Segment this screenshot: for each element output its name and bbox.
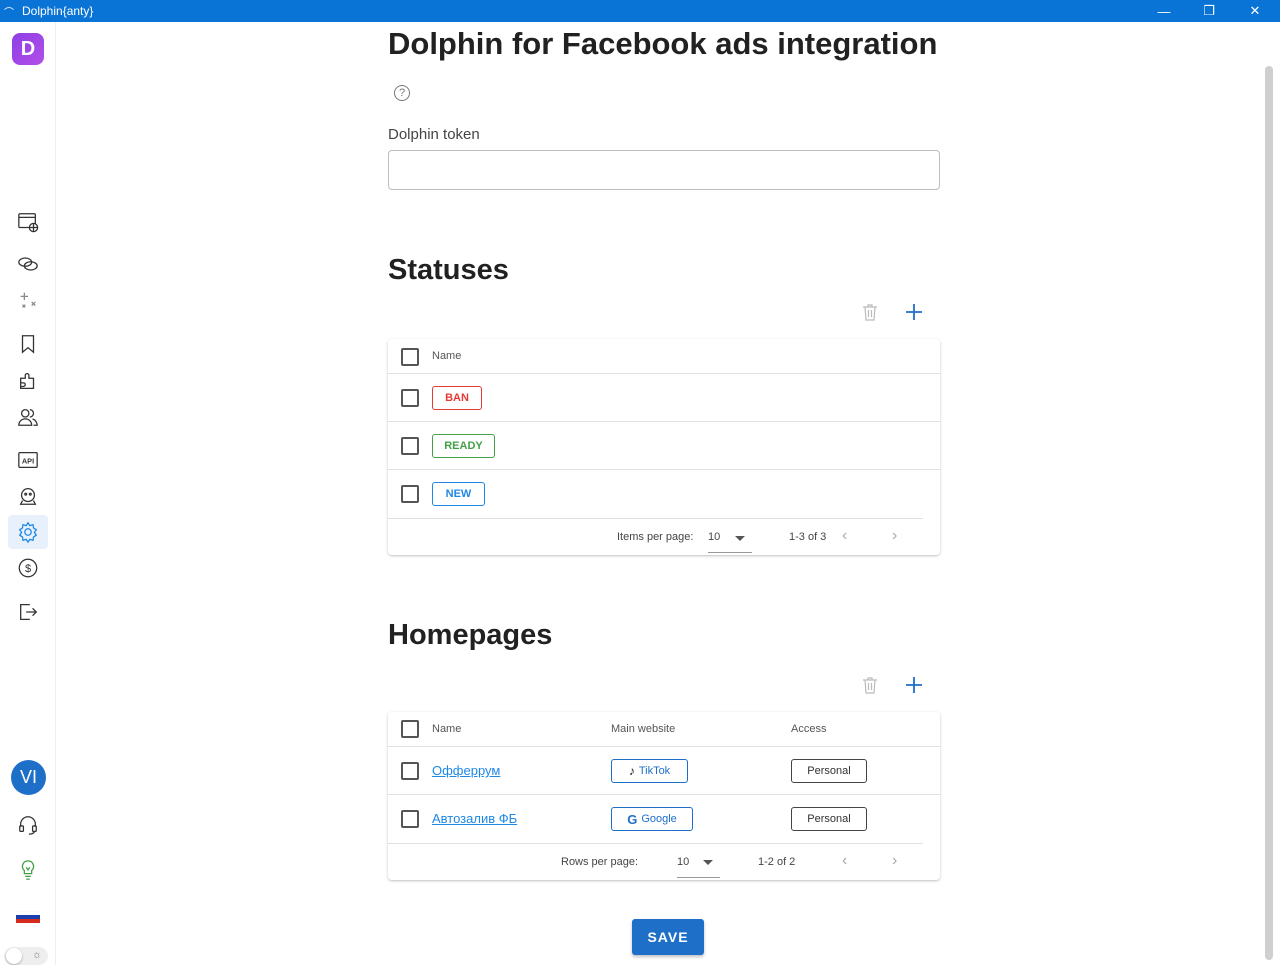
column-header-access: Access	[791, 723, 827, 735]
row-checkbox[interactable]	[401, 485, 419, 503]
sun-icon: ☼	[32, 949, 43, 961]
main-website-button[interactable]: ♪ TikTok	[611, 759, 688, 783]
homepage-name-link[interactable]: Офферрум	[432, 763, 500, 778]
homepages-table: Name Main website Access Офферрум ♪ TikT…	[388, 712, 940, 880]
team-users-icon[interactable]	[8, 400, 48, 434]
delete-status-icon[interactable]	[858, 300, 882, 324]
delete-homepage-icon[interactable]	[858, 673, 882, 697]
status-badge: BAN	[432, 386, 482, 410]
billing-dollar-icon[interactable]: $	[8, 551, 48, 585]
automation-sparkle-icon[interactable]	[8, 284, 48, 318]
page-title: Dolphin for Facebook ads integration	[388, 26, 938, 61]
help-icon[interactable]: ?	[394, 85, 410, 101]
previous-page-icon[interactable]: ‹	[842, 527, 847, 545]
row-checkbox[interactable]	[401, 389, 419, 407]
ideas-lightbulb-icon[interactable]	[8, 853, 48, 887]
window-titlebar: ⌒ Dolphin{anty} — ❐ ✕	[0, 0, 1280, 22]
homepage-name-link[interactable]: Автозалив ФБ	[432, 811, 517, 826]
table-row[interactable]: Автозалив ФБ G Google Personal	[388, 795, 923, 844]
svg-text:API: API	[22, 457, 34, 466]
token-label: Dolphin token	[388, 126, 480, 143]
statuses-heading: Statuses	[388, 254, 509, 286]
toggle-knob	[6, 948, 22, 964]
language-flag-icon[interactable]	[16, 911, 40, 923]
window-title: Dolphin{anty}	[22, 4, 94, 18]
access-badge: Personal	[791, 807, 867, 831]
settings-gear-icon[interactable]	[8, 515, 48, 549]
dolphin-logo[interactable]: D	[12, 33, 44, 65]
add-status-icon[interactable]	[902, 300, 926, 324]
next-page-icon[interactable]: ›	[892, 852, 897, 870]
column-header-name: Name	[432, 723, 462, 735]
status-badge: NEW	[432, 482, 485, 506]
close-button[interactable]: ✕	[1232, 0, 1278, 22]
app-icon: ⌒	[4, 8, 14, 19]
select-underline	[708, 552, 752, 553]
pagination-range: 1-3 of 3	[789, 531, 827, 543]
support-headset-icon[interactable]	[8, 808, 48, 842]
items-per-page-select[interactable]: 10	[708, 531, 720, 543]
pagination-range: 1-2 of 2	[758, 856, 796, 868]
table-header-row: Name	[388, 339, 940, 374]
svg-text:$: $	[25, 563, 31, 575]
table-row[interactable]: Офферрум ♪ TikTok Personal	[388, 747, 940, 795]
next-page-icon[interactable]: ›	[892, 527, 897, 545]
tiktok-icon: ♪	[628, 764, 635, 778]
logout-icon[interactable]	[8, 595, 48, 629]
previous-page-icon[interactable]: ‹	[842, 852, 847, 870]
robot-icon[interactable]	[8, 479, 48, 513]
browser-profiles-icon[interactable]	[8, 205, 48, 239]
table-row[interactable]: READY	[388, 422, 940, 470]
rows-per-page-label: Rows per page:	[561, 856, 639, 868]
avatar[interactable]: VI	[11, 760, 46, 795]
sidebar: D API $ VI ☼	[0, 22, 56, 965]
select-underline	[677, 877, 720, 878]
chevron-down-icon[interactable]	[735, 536, 745, 541]
column-header-name: Name	[432, 350, 462, 362]
bookmark-icon[interactable]	[8, 327, 48, 361]
table-row[interactable]: NEW	[388, 470, 923, 519]
chevron-down-icon[interactable]	[703, 860, 713, 865]
extensions-puzzle-icon[interactable]	[8, 364, 48, 398]
status-badge: READY	[432, 434, 495, 458]
main-website-label: TikTok	[638, 765, 671, 777]
main-website-button[interactable]: G Google	[611, 807, 693, 831]
minimize-button[interactable]: —	[1141, 0, 1187, 22]
row-checkbox[interactable]	[401, 437, 419, 455]
main-website-label: Google	[641, 813, 677, 825]
theme-toggle[interactable]: ☼	[4, 947, 48, 965]
proxy-link-icon[interactable]	[8, 247, 48, 281]
vertical-scrollbar[interactable]	[1265, 66, 1273, 960]
table-row[interactable]: BAN	[388, 374, 940, 422]
table-header-row: Name Main website Access	[388, 712, 940, 747]
api-icon[interactable]: API	[8, 443, 48, 477]
rows-per-page-select[interactable]: 10	[677, 856, 689, 868]
statuses-table: Name BAN READY NEW Items per page: 10 1-…	[388, 339, 940, 555]
select-all-checkbox[interactable]	[401, 348, 419, 366]
save-button[interactable]: SAVE	[632, 919, 704, 955]
add-homepage-icon[interactable]	[902, 673, 926, 697]
dolphin-token-input[interactable]	[388, 150, 940, 190]
row-checkbox[interactable]	[401, 762, 419, 780]
access-badge: Personal	[791, 759, 867, 783]
row-checkbox[interactable]	[401, 810, 419, 828]
items-per-page-label: Items per page:	[617, 531, 694, 543]
google-icon: G	[627, 811, 638, 827]
column-header-main-website: Main website	[611, 723, 676, 735]
homepages-heading: Homepages	[388, 619, 553, 651]
restore-button[interactable]: ❐	[1186, 0, 1232, 22]
select-all-checkbox[interactable]	[401, 720, 419, 738]
